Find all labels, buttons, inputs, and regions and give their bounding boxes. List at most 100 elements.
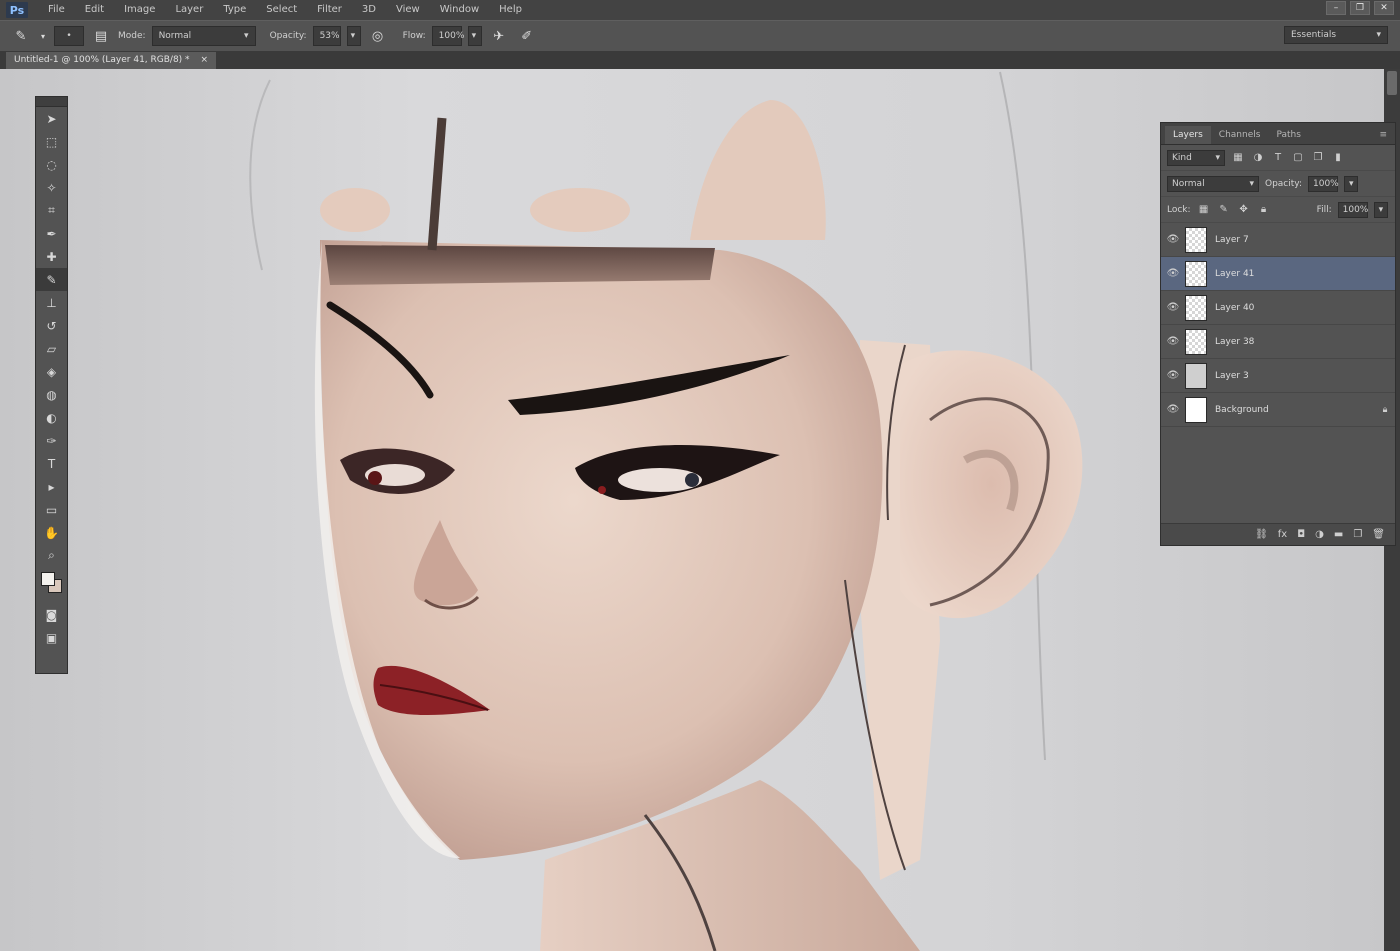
menu-item-image[interactable]: Image — [114, 0, 165, 20]
link-layers-icon[interactable]: ⛓ — [1255, 529, 1268, 540]
filter-type-icon[interactable]: T — [1271, 151, 1285, 165]
document-tab[interactable]: Untitled-1 @ 100% (Layer 41, RGB/8) * × — [6, 52, 216, 69]
layer-row[interactable]: 👁︎ Layer 38 — [1161, 325, 1395, 359]
lasso-tool-icon[interactable]: ◌ — [36, 153, 67, 176]
menu-item-3d[interactable]: 3D — [352, 0, 386, 20]
hand-tool-icon[interactable]: ✋ — [36, 521, 67, 544]
layer-name[interactable]: Layer 40 — [1215, 303, 1395, 313]
visibility-eye-icon[interactable]: 👁︎ — [1161, 370, 1185, 381]
visibility-eye-icon[interactable]: 👁︎ — [1161, 268, 1185, 279]
tab-layers[interactable]: Layers — [1165, 126, 1211, 144]
menu-item-select[interactable]: Select — [256, 0, 307, 20]
brush-tool-preset-icon[interactable]: ✎ — [10, 25, 32, 47]
layer-style-icon[interactable]: fx — [1278, 529, 1287, 540]
visibility-eye-icon[interactable]: 👁︎ — [1161, 404, 1185, 415]
layer-thumbnail[interactable] — [1185, 328, 1207, 355]
close-button[interactable]: ✕ — [1374, 1, 1394, 15]
pen-tool-icon[interactable]: ✑ — [36, 429, 67, 452]
opacity-slider-toggle[interactable]: ▾ — [346, 26, 361, 46]
filter-shape-icon[interactable]: ▢ — [1291, 151, 1305, 165]
layer-row[interactable]: 👁︎ Layer 41 — [1161, 257, 1395, 291]
menu-item-filter[interactable]: Filter — [307, 0, 352, 20]
visibility-eye-icon[interactable]: 👁︎ — [1161, 234, 1185, 245]
filter-smart-object-icon[interactable]: ❐ — [1311, 151, 1325, 165]
layer-filter-select[interactable]: Kind ▾ — [1167, 149, 1225, 166]
rectangle-tool-icon[interactable]: ▭ — [36, 498, 67, 521]
pressure-opacity-icon[interactable]: ◎ — [367, 25, 389, 47]
dodge-tool-icon[interactable]: ◐ — [36, 406, 67, 429]
paint-bucket-tool-icon[interactable]: ◈ — [36, 360, 67, 383]
layer-row[interactable]: 👁︎ Layer 7 — [1161, 223, 1395, 257]
layer-opacity-slider-toggle[interactable]: ▾ — [1344, 175, 1358, 192]
mode-select[interactable]: Normal ▾ — [151, 26, 256, 46]
layer-thumbnail[interactable] — [1185, 260, 1207, 287]
chevron-down-icon[interactable]: ▾ — [38, 25, 48, 47]
layer-thumbnail[interactable] — [1185, 362, 1207, 389]
visibility-eye-icon[interactable]: 👁︎ — [1161, 302, 1185, 313]
filter-toggle-icon[interactable]: ▮ — [1331, 151, 1345, 165]
menu-item-window[interactable]: Window — [430, 0, 489, 20]
healing-brush-tool-icon[interactable]: ✚ — [36, 245, 67, 268]
layer-thumbnail[interactable] — [1185, 226, 1207, 253]
tab-paths[interactable]: Paths — [1268, 126, 1308, 144]
close-tab-icon[interactable]: × — [200, 55, 208, 65]
layer-name[interactable]: Layer 41 — [1215, 269, 1395, 279]
filter-adjustment-icon[interactable]: ◑ — [1251, 151, 1265, 165]
layer-name[interactable]: Layer 3 — [1215, 371, 1395, 381]
crop-tool-icon[interactable]: ⌗ — [36, 199, 67, 222]
scrollbar-thumb[interactable] — [1387, 71, 1397, 95]
menu-item-edit[interactable]: Edit — [75, 0, 114, 20]
flow-slider-toggle[interactable]: ▾ — [467, 26, 482, 46]
brush-panel-toggle-icon[interactable]: ▤ — [90, 25, 112, 47]
new-group-icon[interactable]: ▬ — [1334, 529, 1343, 540]
layer-thumbnail[interactable] — [1185, 294, 1207, 321]
opacity-field[interactable]: 53% — [312, 26, 341, 46]
menu-item-view[interactable]: View — [386, 0, 430, 20]
add-mask-icon[interactable]: ◘ — [1297, 529, 1305, 540]
path-select-tool-icon[interactable]: ▸ — [36, 475, 67, 498]
brush-size-picker[interactable]: • — [54, 26, 84, 46]
delete-layer-icon[interactable]: 🗑︎ — [1372, 529, 1385, 540]
minimize-button[interactable]: – — [1326, 1, 1346, 15]
layer-name[interactable]: Background — [1215, 405, 1375, 415]
new-layer-icon[interactable]: ❐ — [1353, 529, 1362, 540]
layer-row[interactable]: 👁︎ Layer 3 — [1161, 359, 1395, 393]
layer-row[interactable]: 👁︎ Layer 40 — [1161, 291, 1395, 325]
clone-stamp-tool-icon[interactable]: ⊥ — [36, 291, 67, 314]
eyedropper-tool-icon[interactable]: ✒ — [36, 222, 67, 245]
quick-select-tool-icon[interactable]: ✧ — [36, 176, 67, 199]
menu-item-type[interactable]: Type — [213, 0, 256, 20]
tab-channels[interactable]: Channels — [1211, 126, 1269, 144]
lock-position-icon[interactable]: ✥ — [1237, 203, 1251, 217]
screen-mode-icon[interactable]: ▣ — [36, 626, 67, 649]
layer-row[interactable]: 👁︎ Background 🔒︎ — [1161, 393, 1395, 427]
lock-image-icon[interactable]: ✎ — [1217, 203, 1231, 217]
move-tool-icon[interactable]: ➤ — [36, 107, 67, 130]
adjustment-layer-icon[interactable]: ◑ — [1315, 529, 1324, 540]
fill-slider-toggle[interactable]: ▾ — [1373, 201, 1388, 218]
restore-button[interactable]: ❐ — [1350, 1, 1370, 15]
tools-panel-grip[interactable] — [36, 97, 67, 107]
brush-tool-icon[interactable]: ✎ — [36, 268, 67, 291]
filter-pixel-icon[interactable]: ▦ — [1231, 151, 1245, 165]
history-brush-tool-icon[interactable]: ↺ — [36, 314, 67, 337]
flow-field[interactable]: 100% — [431, 26, 464, 46]
layer-opacity-field[interactable]: 100% — [1308, 175, 1339, 192]
lock-transparent-icon[interactable]: ▦ — [1197, 203, 1211, 217]
layer-name[interactable]: Layer 7 — [1215, 235, 1395, 245]
visibility-eye-icon[interactable]: 👁︎ — [1161, 336, 1185, 347]
pressure-size-icon[interactable]: ✐ — [516, 25, 538, 47]
menu-item-help[interactable]: Help — [489, 0, 532, 20]
eraser-tool-icon[interactable]: ▱ — [36, 337, 67, 360]
panel-menu-icon[interactable]: ≡ — [1371, 126, 1395, 144]
marquee-tool-icon[interactable]: ⬚ — [36, 130, 67, 153]
menu-item-layer[interactable]: Layer — [165, 0, 213, 20]
workspace-switcher[interactable]: Essentials ▾ — [1284, 26, 1388, 44]
blur-tool-icon[interactable]: ◍ — [36, 383, 67, 406]
airbrush-icon[interactable]: ✈ — [488, 25, 510, 47]
zoom-tool-icon[interactable]: ⌕ — [36, 544, 67, 567]
lock-all-icon[interactable]: 🔒︎ — [1257, 203, 1271, 217]
quick-mask-icon[interactable]: ◙ — [36, 603, 67, 626]
layer-name[interactable]: Layer 38 — [1215, 337, 1395, 347]
menu-item-file[interactable]: File — [38, 0, 75, 20]
